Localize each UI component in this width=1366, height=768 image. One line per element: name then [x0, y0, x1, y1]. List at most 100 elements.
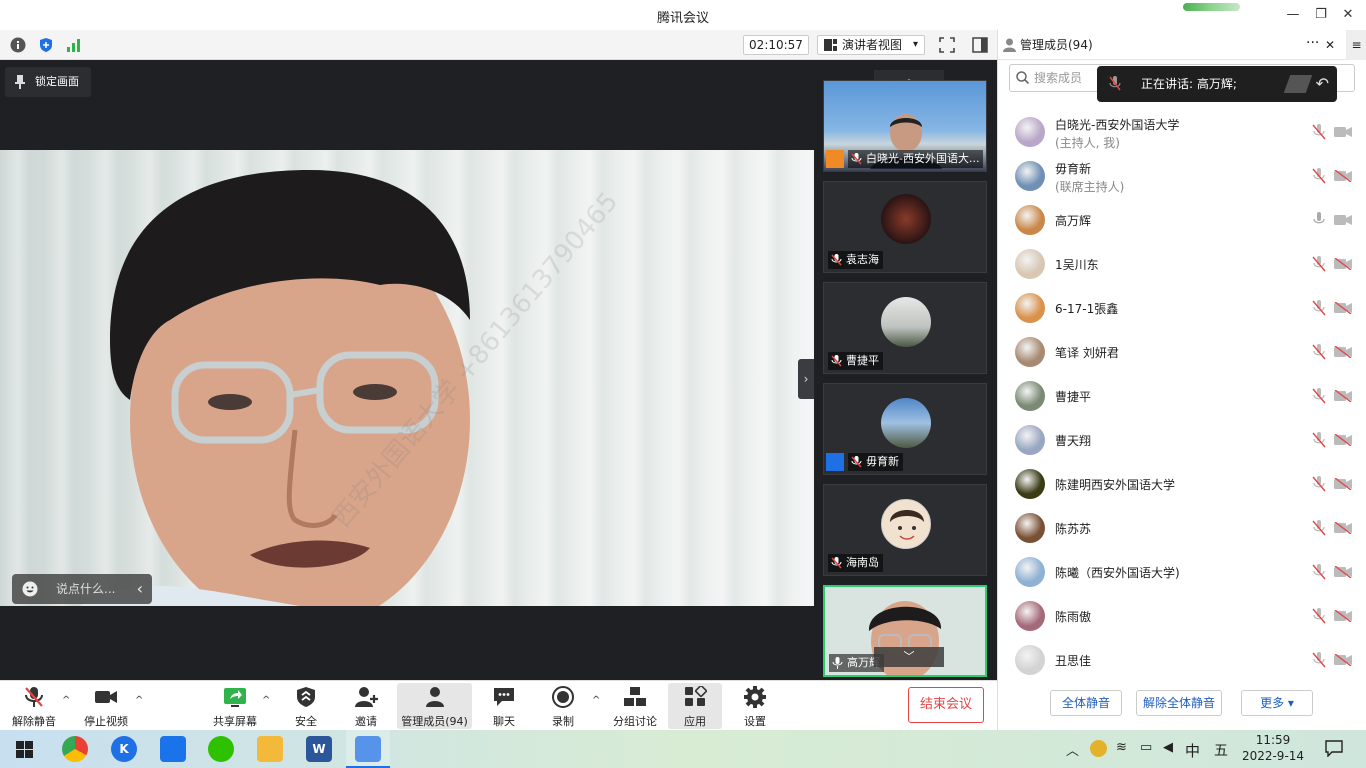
emoji-icon[interactable] [22, 581, 38, 597]
camera-off-icon[interactable] [1334, 346, 1352, 358]
more-options-icon[interactable]: ··· [1306, 28, 1319, 58]
member-row[interactable]: 白晓光-西安外国语大学 (主持人, 我) [998, 110, 1366, 154]
mic-muted-icon[interactable] [1312, 476, 1326, 492]
mic-muted-icon[interactable] [1312, 520, 1326, 536]
unmute-all-button[interactable]: 解除全体静音 [1136, 690, 1222, 716]
mic-muted-icon[interactable] [1312, 344, 1326, 360]
dingtalk-icon[interactable] [160, 736, 186, 762]
end-meeting-button[interactable]: 结束会议 [908, 687, 984, 723]
member-row[interactable]: 高万辉 [998, 198, 1366, 242]
close-button[interactable]: ✕ [1338, 5, 1358, 25]
share-screen-button[interactable]: 共享屏幕 [210, 683, 260, 729]
mic-muted-icon[interactable] [1312, 432, 1326, 448]
shield-icon[interactable] [38, 37, 54, 53]
breakout-rooms-button[interactable]: 分组讨论 [610, 683, 660, 729]
mic-muted-icon[interactable] [1312, 300, 1326, 316]
ime-mode[interactable]: 中 [1185, 740, 1200, 761]
camera-off-icon[interactable] [1334, 610, 1352, 622]
menu-icon[interactable]: ≡ [1346, 30, 1366, 60]
scroll-down-button[interactable]: ﹀ [874, 647, 944, 667]
member-row[interactable]: 丑思佳 [998, 638, 1366, 682]
camera-off-icon[interactable] [1334, 566, 1352, 578]
member-row[interactable]: 陈雨傲 [998, 594, 1366, 638]
camera-off-icon[interactable] [1334, 654, 1352, 666]
unmute-button[interactable]: 解除静音 [8, 683, 60, 729]
thumbnail-host[interactable]: 白晓光-西安外国语大... [823, 80, 987, 172]
thumbnail-cohost[interactable]: 毋育新 [823, 383, 987, 475]
windows-start-icon[interactable] [16, 741, 33, 758]
restore-button[interactable]: ❐ [1311, 5, 1331, 25]
invite-button[interactable]: 邀请 [344, 683, 388, 729]
record-button[interactable]: 录制 [541, 683, 585, 729]
thumbnail-participant[interactable]: 袁志海 [823, 181, 987, 273]
view-mode-dropdown[interactable]: 演讲者视图 ▾ [817, 35, 925, 55]
member-row[interactable]: 曹天翔 [998, 418, 1366, 462]
mic-icon[interactable] [1312, 212, 1326, 228]
member-row[interactable]: 陈建明西安外国语大学 [998, 462, 1366, 506]
fullscreen-icon[interactable] [939, 37, 955, 53]
member-row[interactable]: 陈苏苏 [998, 506, 1366, 550]
chevron-left-icon[interactable]: ‹ [137, 574, 143, 604]
word-icon[interactable]: W [306, 736, 332, 762]
camera-off-icon[interactable] [1334, 258, 1352, 270]
camera-off-icon[interactable] [1334, 434, 1352, 446]
mic-muted-icon[interactable] [1312, 652, 1326, 668]
minimize-button[interactable]: — [1283, 5, 1303, 25]
camera-off-icon[interactable] [1334, 522, 1352, 534]
thumbnail-participant[interactable]: 海南岛 [823, 484, 987, 576]
battery-icon[interactable]: ▭ [1140, 740, 1152, 755]
camera-off-icon[interactable] [1334, 478, 1352, 490]
camera-off-icon[interactable] [1334, 390, 1352, 402]
notifications-icon[interactable] [1325, 740, 1343, 757]
volume-icon[interactable]: ◀ [1163, 740, 1173, 755]
mic-muted-icon[interactable] [1109, 76, 1121, 92]
wifi-icon[interactable]: ≋ [1116, 740, 1127, 755]
mute-all-button[interactable]: 全体静音 [1050, 690, 1122, 716]
collapse-thumbnails-button[interactable]: › [798, 359, 814, 399]
member-row[interactable]: 笔译 刘妍君 [998, 330, 1366, 374]
file-explorer-icon[interactable] [257, 736, 283, 762]
manage-members-button[interactable]: 管理成员(94) [397, 683, 472, 729]
k-app-icon[interactable]: K [111, 736, 137, 762]
camera-off-icon[interactable] [1334, 302, 1352, 314]
wechat-icon[interactable] [208, 736, 234, 762]
speaker-video[interactable]: 西安外国语大学 +8613613790465 说点什么... ‹ [0, 150, 814, 606]
chevron-up-icon[interactable]: ^ [62, 695, 70, 706]
chevron-up-icon[interactable]: ^ [592, 695, 600, 706]
apps-button[interactable]: 应用 [668, 683, 722, 729]
camera-icon[interactable] [1334, 214, 1352, 226]
security-button[interactable]: 安全 [284, 683, 328, 729]
clock[interactable]: 11:59 2022-9-14 [1238, 732, 1308, 764]
mic-muted-icon[interactable] [1312, 124, 1326, 140]
more-button[interactable]: 更多 ▾ [1241, 690, 1313, 716]
member-row[interactable]: 1吴川东 [998, 242, 1366, 286]
undo-icon[interactable]: ↶ [1316, 66, 1329, 102]
thumbnail-active-speaker[interactable]: 高万辉 ﹀ [823, 585, 987, 677]
chevron-up-icon[interactable]: ︿ [1066, 740, 1079, 759]
quick-chat-input[interactable]: 说点什么... ‹ [12, 574, 152, 604]
member-row[interactable]: 陈曦（西安外国语大学) [998, 550, 1366, 594]
tray-app-icon[interactable] [1090, 740, 1107, 757]
lock-view-button[interactable]: 锁定画面 [5, 67, 91, 97]
chevron-up-icon[interactable]: ^ [262, 695, 270, 706]
mic-muted-icon[interactable] [1312, 168, 1326, 184]
camera-icon[interactable] [1334, 126, 1352, 138]
mic-muted-icon[interactable] [1312, 564, 1326, 580]
thumbnail-participant[interactable]: 曹捷平 [823, 282, 987, 374]
member-row[interactable]: 毋育新 (联席主持人) [998, 154, 1366, 198]
camera-off-icon[interactable] [1334, 170, 1352, 182]
signal-bars-icon[interactable] [66, 37, 82, 53]
close-panel-button[interactable]: ✕ [1325, 30, 1335, 60]
info-icon[interactable] [10, 37, 26, 53]
stop-video-button[interactable]: 停止视频 [80, 683, 132, 729]
ime-wubi[interactable]: 五 [1214, 740, 1228, 760]
member-row[interactable]: 曹捷平 [998, 374, 1366, 418]
side-panel-toggle-icon[interactable] [972, 37, 988, 53]
member-row[interactable]: 6-17-1張鑫 [998, 286, 1366, 330]
chat-button[interactable]: 聊天 [482, 683, 526, 729]
mic-muted-icon[interactable] [1312, 256, 1326, 272]
chevron-up-icon[interactable]: ^ [135, 695, 143, 706]
mic-muted-icon[interactable] [1312, 608, 1326, 624]
browser-icon[interactable] [62, 736, 88, 762]
mic-muted-icon[interactable] [1312, 388, 1326, 404]
